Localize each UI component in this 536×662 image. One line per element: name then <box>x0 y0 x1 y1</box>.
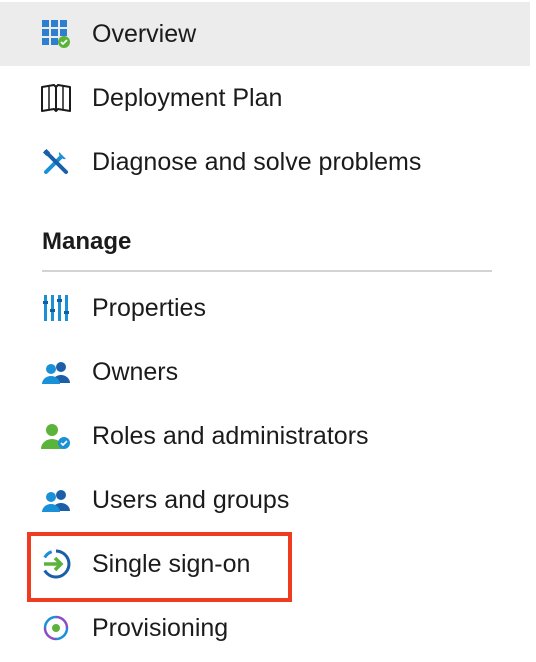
wrench-screwdriver-icon <box>40 146 72 178</box>
left-nav-menu: Overview Deployment Plan Diagnose and so… <box>0 0 536 662</box>
owners-people-icon <box>40 356 72 388</box>
nav-item-label: Overview <box>92 20 197 48</box>
nav-item-diagnose[interactable]: Diagnose and solve problems <box>0 130 530 194</box>
nav-item-label: Provisioning <box>92 614 229 642</box>
nav-item-label: Deployment Plan <box>92 84 283 112</box>
nav-item-users-groups[interactable]: Users and groups <box>0 468 530 532</box>
single-sign-on-icon <box>40 548 72 580</box>
overview-grid-icon <box>40 18 72 50</box>
properties-bars-icon <box>40 292 72 324</box>
manage-section-header: Manage <box>42 228 132 255</box>
nav-item-properties[interactable]: Properties <box>0 276 530 340</box>
roles-person-icon <box>40 420 72 452</box>
book-icon <box>40 82 72 114</box>
nav-item-label: Diagnose and solve problems <box>92 148 422 176</box>
nav-item-roles[interactable]: Roles and administrators <box>0 404 530 468</box>
nav-item-owners[interactable]: Owners <box>0 340 530 404</box>
nav-item-label: Owners <box>92 358 179 386</box>
nav-item-deployment-plan[interactable]: Deployment Plan <box>0 66 530 130</box>
nav-item-single-sign-on[interactable]: Single sign-on <box>0 532 530 596</box>
nav-item-label: Single sign-on <box>92 550 251 578</box>
nav-item-label: Properties <box>92 294 206 322</box>
section-divider <box>42 270 492 272</box>
nav-item-provisioning[interactable]: Provisioning <box>0 596 530 660</box>
provisioning-icon <box>40 612 72 644</box>
users-groups-icon <box>40 484 72 516</box>
nav-item-overview[interactable]: Overview <box>0 2 530 66</box>
nav-item-label: Roles and administrators <box>92 422 369 450</box>
nav-item-label: Users and groups <box>92 486 290 514</box>
